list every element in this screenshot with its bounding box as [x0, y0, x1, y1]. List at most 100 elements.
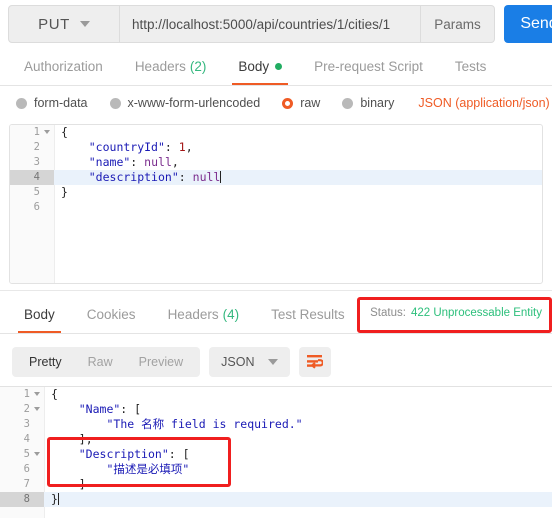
radio-raw[interactable]: raw	[282, 96, 320, 110]
code-line: ]	[78, 477, 86, 491]
tab-headers-label: Headers	[134, 59, 186, 74]
word-wrap-button[interactable]	[299, 347, 332, 377]
response-view-mode-group: Pretty Raw Preview	[12, 347, 201, 377]
status-badge: Status: 422 Unprocessable Entity	[362, 296, 550, 330]
request-tab-bar: Authorization Headers (2) Body Pre-reque…	[0, 48, 552, 86]
line-number: 8	[0, 492, 44, 507]
code-line: "Description": [	[78, 447, 190, 461]
tab-tests-label: Tests	[454, 59, 487, 74]
response-tab-cookies-label: Cookies	[86, 307, 136, 322]
response-tab-body-label: Body	[24, 307, 55, 322]
tab-authorization-label: Authorization	[24, 59, 103, 74]
fold-toggle-icon[interactable]	[34, 392, 40, 396]
response-tab-headers[interactable]: Headers (4)	[152, 296, 256, 333]
chevron-down-icon	[268, 359, 279, 365]
request-editor-code[interactable]: { "countryId": 1, "name": null, "descrip…	[54, 125, 542, 283]
code-line: }	[44, 492, 552, 507]
url-value: http://localhost:5000/api/countries/1/ci…	[132, 16, 391, 32]
code-line: }	[61, 185, 68, 199]
line-number: 4	[23, 433, 30, 445]
response-tab-test-results-label: Test Results	[271, 307, 345, 322]
line-number: 4	[10, 170, 54, 185]
radio-binary-label: binary	[360, 96, 395, 110]
code-line: "description": null	[54, 170, 542, 185]
line-number: 3	[33, 156, 40, 168]
line-number: 1	[0, 387, 44, 402]
response-format-label: JSON	[221, 355, 255, 369]
fold-toggle-icon[interactable]	[34, 452, 40, 456]
line-number: 6	[23, 463, 30, 475]
word-wrap-icon	[307, 355, 324, 369]
text-cursor	[57, 493, 59, 505]
params-button[interactable]: Params	[421, 5, 495, 43]
view-mode-preview[interactable]: Preview	[126, 347, 196, 377]
http-method-label: PUT	[38, 15, 70, 33]
response-tab-bar: Body Cookies Headers (4) Test Results St…	[0, 296, 552, 334]
response-viewer-code[interactable]: { "Name": [ "The 名称 field is required." …	[44, 387, 552, 518]
radio-raw-label: raw	[300, 96, 321, 110]
line-number: 5	[33, 186, 40, 198]
http-method-selector[interactable]: PUT	[8, 5, 120, 43]
send-button[interactable]: Send	[504, 5, 552, 43]
code-line: "Name": [	[78, 402, 142, 416]
line-number: 7	[23, 478, 30, 490]
radio-x-www-form-urlencoded-label: x-www-form-urlencoded	[127, 96, 261, 110]
radio-form-data[interactable]: form-data	[16, 96, 88, 110]
fold-toggle-icon[interactable]	[34, 407, 40, 411]
fold-toggle-icon[interactable]	[44, 130, 50, 134]
code-line: "name": null,	[88, 155, 179, 169]
radio-unselected-icon	[109, 97, 121, 109]
code-line: ],	[78, 432, 93, 446]
line-number: 1	[10, 125, 54, 140]
tab-pre-request-script[interactable]: Pre-request Script	[298, 48, 439, 85]
radio-form-data-label: form-data	[34, 96, 88, 110]
status-value: 422 Unprocessable Entity	[410, 307, 542, 319]
radio-selected-icon	[282, 97, 294, 109]
response-tab-headers-label: Headers	[167, 307, 219, 322]
response-tab-body[interactable]: Body	[8, 296, 71, 333]
chevron-down-icon	[79, 21, 90, 27]
code-line: "描述是必填项"	[106, 462, 190, 476]
tab-body-label: Body	[238, 59, 270, 74]
response-view-toolbar: Pretty Raw Preview JSON	[0, 342, 552, 382]
request-editor-gutter: 12 3 45 6	[10, 125, 55, 283]
radio-unselected-icon	[342, 97, 354, 109]
request-url-bar: PUT http://localhost:5000/api/countries/…	[0, 0, 552, 48]
code-line: {	[61, 125, 68, 139]
body-type-options: form-data x-www-form-urlencoded raw bina…	[0, 86, 552, 120]
view-mode-pretty[interactable]: Pretty	[16, 347, 75, 377]
line-number: 2	[33, 141, 40, 153]
params-label: Params	[434, 16, 481, 32]
line-number: 6	[33, 201, 40, 213]
view-mode-raw[interactable]: Raw	[75, 347, 126, 377]
response-tab-cookies[interactable]: Cookies	[71, 296, 152, 333]
text-cursor	[220, 171, 222, 183]
response-tab-headers-count: (4)	[222, 307, 240, 322]
tab-headers-count: (2)	[189, 59, 207, 74]
line-number: 5	[0, 447, 44, 462]
content-type-selector[interactable]: JSON (application/json)	[418, 96, 549, 110]
code-line: {	[51, 387, 58, 401]
request-body-editor[interactable]: 12 3 45 6 { "countryId": 1, "name": null, "…	[9, 124, 543, 284]
response-format-selector[interactable]: JSON	[209, 347, 291, 377]
tab-authorization[interactable]: Authorization	[8, 48, 119, 85]
radio-x-www-form-urlencoded[interactable]: x-www-form-urlencoded	[109, 96, 261, 110]
body-present-dot-icon	[275, 63, 283, 70]
radio-unselected-icon	[16, 97, 27, 109]
tab-body[interactable]: Body	[222, 48, 298, 85]
response-viewer-gutter: 123 4 56 7 8	[0, 387, 45, 518]
tab-pre-request-script-label: Pre-request Script	[314, 59, 423, 74]
line-number: 2	[0, 402, 44, 417]
status-label: Status:	[370, 307, 406, 319]
code-line: "The 名称 field is required."	[106, 417, 303, 431]
tab-tests[interactable]: Tests	[439, 48, 503, 85]
panel-divider	[0, 290, 552, 291]
tab-headers[interactable]: Headers (2)	[119, 48, 223, 85]
url-input[interactable]: http://localhost:5000/api/countries/1/ci…	[120, 5, 421, 43]
line-number: 3	[23, 418, 30, 430]
postman-window: PUT http://localhost:5000/api/countries/…	[0, 0, 552, 518]
response-tab-test-results[interactable]: Test Results	[255, 296, 361, 333]
response-body-viewer[interactable]: 123 4 56 7 8 { "Name": [ "The 名称 field is re…	[0, 386, 552, 518]
radio-binary[interactable]: binary	[342, 96, 394, 110]
